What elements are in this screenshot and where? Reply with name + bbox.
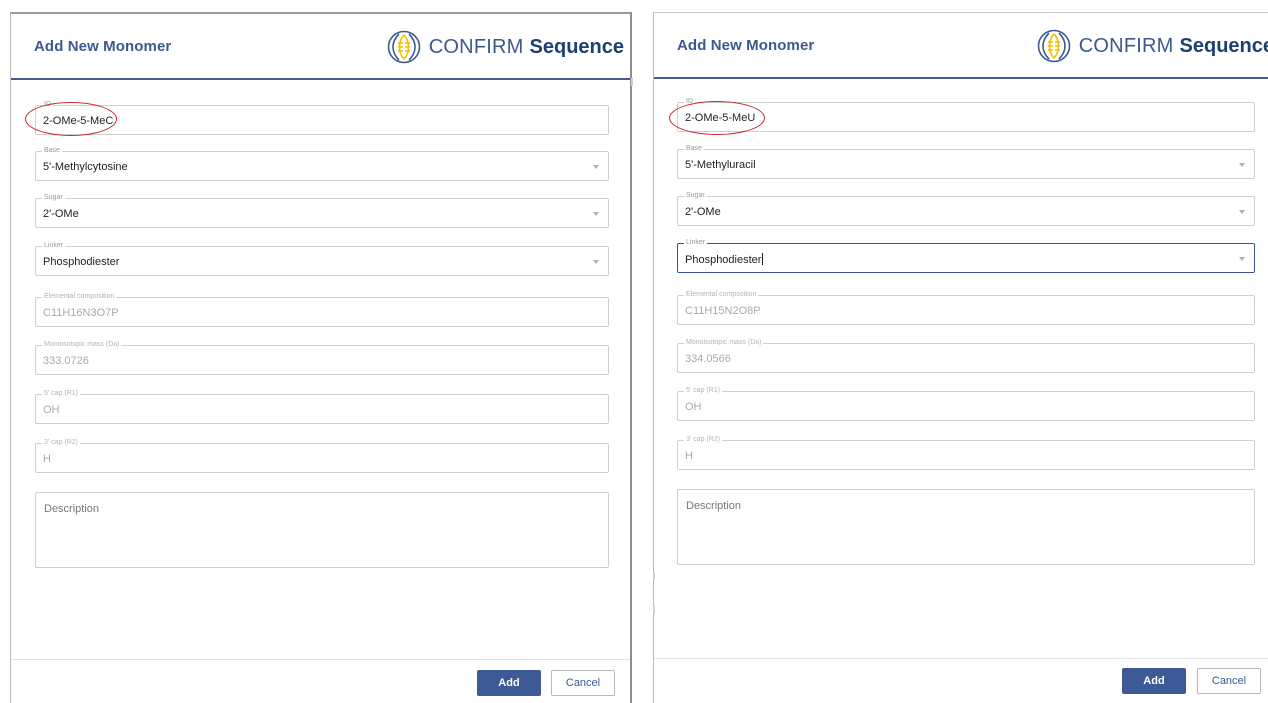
monoisotopic-mass-field: Monoisotopic mass (Da) 333.0726	[35, 340, 609, 375]
sugar-select-value: 2'-OMe	[685, 206, 721, 218]
monoisotopic-mass-label: Monoisotopic mass (Da)	[42, 340, 122, 350]
cancel-button[interactable]: Cancel	[1197, 668, 1261, 694]
sugar-select-label: Sugar	[42, 193, 65, 203]
monomer-dialog-right: Add New Monomer CONFIRM Sequence ID 2-OM…	[653, 12, 1268, 703]
five-prime-cap-label: 5' cap (R1)	[684, 386, 723, 396]
elemental-composition-field: Elemental composition C11H15N2O8P	[677, 290, 1255, 325]
monoisotopic-mass-field: Monoisotopic mass (Da) 334.0566	[677, 338, 1255, 373]
base-select-label: Base	[42, 146, 62, 156]
three-prime-cap-field: 3' cap (R2) H	[35, 438, 609, 473]
chevron-down-icon[interactable]	[1239, 257, 1245, 261]
dialog-footer: Add Cancel	[11, 659, 630, 703]
sugar-select-value: 2'-OMe	[43, 208, 79, 220]
sugar-select[interactable]: Sugar 2'-OMe	[35, 193, 609, 228]
five-prime-cap-value: OH	[685, 401, 702, 413]
linker-select-value: Phosphodiester	[43, 256, 120, 268]
dialog-title: Add New Monomer	[34, 38, 172, 55]
base-select-label: Base	[684, 144, 704, 154]
id-field[interactable]: ID 2-OMe-5-MeC	[35, 100, 609, 135]
three-prime-cap-field: 3' cap (R2) H	[677, 435, 1255, 470]
five-prime-cap-label: 5' cap (R1)	[42, 389, 81, 399]
brand-logo: CONFIRM Sequence	[1037, 29, 1268, 63]
elemental-composition-label: Elemental composition	[42, 292, 117, 302]
confirm-logo-icon	[387, 30, 421, 64]
sugar-select[interactable]: Sugar 2'-OMe	[677, 191, 1255, 226]
chevron-down-icon[interactable]	[593, 212, 599, 216]
add-button[interactable]: Add	[1122, 668, 1186, 694]
elemental-composition-value: C11H15N2O8P	[685, 305, 761, 317]
description-textarea[interactable]: Description	[677, 489, 1255, 565]
five-prime-cap-field: 5' cap (R1) OH	[35, 389, 609, 424]
description-textarea[interactable]: Description	[35, 492, 609, 568]
chevron-down-icon[interactable]	[593, 165, 599, 169]
background-edge-mark	[653, 606, 655, 614]
monoisotopic-mass-value: 334.0566	[685, 353, 731, 365]
confirm-logo-icon	[1037, 29, 1071, 63]
brand-name-light: CONFIRM	[428, 35, 524, 58]
chevron-down-icon[interactable]	[1239, 210, 1245, 214]
text-cursor	[762, 253, 764, 265]
monoisotopic-mass-label: Monoisotopic mass (Da)	[684, 338, 764, 348]
dialog-header: Add New Monomer CONFIRM Sequence	[654, 13, 1268, 79]
monoisotopic-mass-value: 333.0726	[43, 355, 89, 367]
brand-name-light: CONFIRM	[1078, 34, 1174, 57]
three-prime-cap-label: 3' cap (R2)	[684, 435, 723, 445]
three-prime-cap-value: H	[43, 453, 51, 465]
base-select-value: 5'-Methylcytosine	[43, 161, 128, 173]
linker-select-value: Phosphodiester	[685, 253, 764, 266]
cancel-button[interactable]: Cancel	[551, 670, 615, 696]
monomer-dialog-left: Add New Monomer CONFIRM Sequence ID 2-OM…	[10, 12, 632, 703]
five-prime-cap-value: OH	[43, 404, 60, 416]
description-placeholder: Description	[44, 503, 100, 515]
base-select[interactable]: Base 5'-Methylcytosine	[35, 146, 609, 181]
linker-select-label: Linker	[42, 241, 66, 251]
highlight-ring	[669, 101, 765, 135]
description-placeholder: Description	[686, 500, 742, 512]
sugar-select-label: Sugar	[684, 191, 707, 201]
linker-select-label: Linker	[684, 238, 708, 248]
dialog-header: Add New Monomer CONFIRM Sequence	[11, 14, 630, 80]
background-edge-mark	[631, 78, 633, 86]
elemental-composition-field: Elemental composition C11H16N3O7P	[35, 292, 609, 327]
linker-value-text: Phosphodiester	[685, 254, 762, 266]
background-edge-mark	[653, 572, 655, 580]
dialog-footer: Add Cancel	[654, 658, 1268, 703]
chevron-down-icon[interactable]	[593, 260, 599, 264]
dialog-title: Add New Monomer	[677, 37, 815, 54]
add-button[interactable]: Add	[477, 670, 541, 696]
elemental-composition-value: C11H16N3O7P	[43, 307, 119, 319]
linker-select[interactable]: Linker Phosphodiester	[677, 238, 1255, 273]
five-prime-cap-field: 5' cap (R1) OH	[677, 386, 1255, 421]
chevron-down-icon[interactable]	[1239, 163, 1245, 167]
brand-name-bold: Sequence	[529, 35, 624, 58]
brand-name-bold: Sequence	[1179, 34, 1268, 57]
brand-logo: CONFIRM Sequence	[387, 30, 624, 64]
highlight-ring	[25, 102, 117, 136]
linker-select[interactable]: Linker Phosphodiester	[35, 241, 609, 276]
base-select[interactable]: Base 5'-Methyluracil	[677, 144, 1255, 179]
three-prime-cap-value: H	[685, 450, 693, 462]
base-select-value: 5'-Methyluracil	[685, 159, 756, 171]
three-prime-cap-label: 3' cap (R2)	[42, 438, 81, 448]
elemental-composition-label: Elemental composition	[684, 290, 759, 300]
